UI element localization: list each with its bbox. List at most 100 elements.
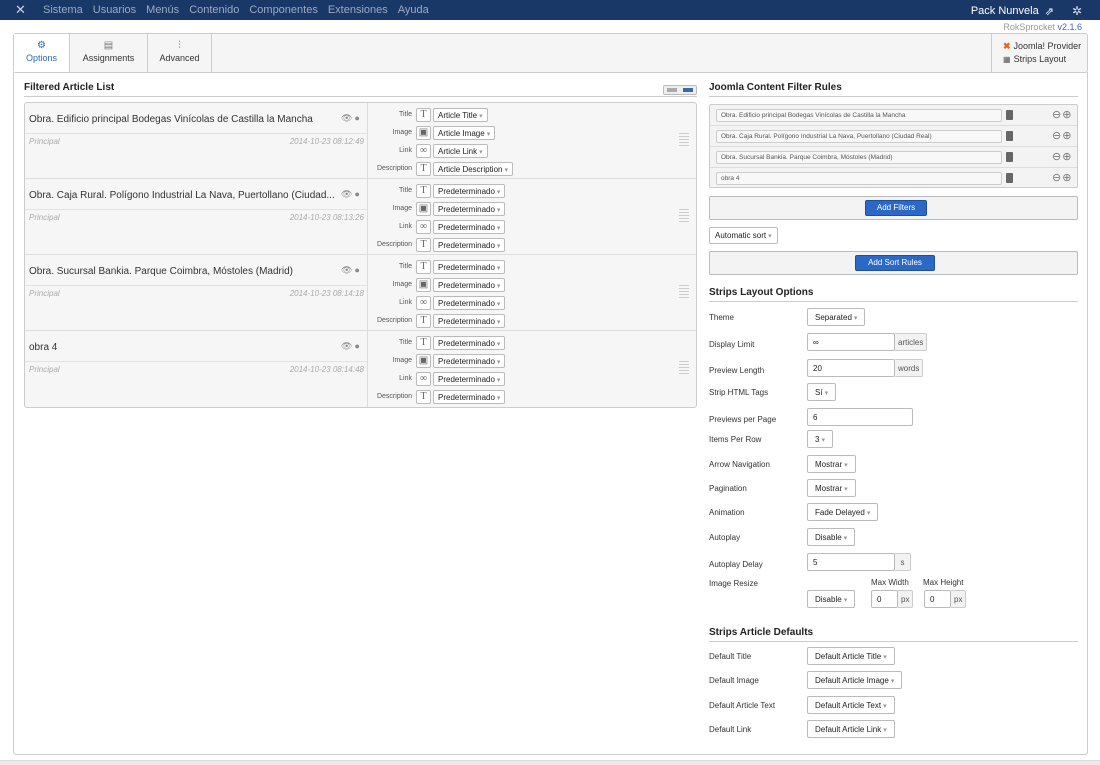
default-link-select[interactable]: Default Article Link ▾ (807, 720, 895, 738)
animation-select[interactable]: Fade Delayed ▾ (807, 503, 879, 521)
title-select[interactable]: Article Title ▾ (433, 108, 488, 122)
remove-add-icons[interactable]: ⊖⊕ (1052, 129, 1072, 142)
filter-row: Obra. Caja Rural. Polígono Industrial La… (710, 126, 1077, 147)
external-link-icon[interactable]: ⇗ (1045, 5, 1054, 18)
description-select[interactable]: Article Description ▾ (433, 162, 513, 176)
option-control: 3 ▾ (807, 430, 833, 448)
article-item[interactable]: obra 4 👁● Principal 2014-10-23 08:14:48 … (25, 331, 696, 407)
menu-item-sistema[interactable]: Sistema (43, 4, 83, 16)
filter-row: Obra. Edificio principal Bodegas Vinícol… (710, 105, 1077, 126)
list-view-icon[interactable] (667, 88, 677, 92)
title-select[interactable]: Predeterminado ▾ (433, 336, 506, 350)
add-sort-rules-button[interactable]: Add Sort Rules (855, 255, 935, 271)
link-select[interactable]: Predeterminado ▾ (433, 296, 506, 310)
article-title[interactable]: obra 4 (29, 342, 334, 353)
remove-icon[interactable]: ● (354, 341, 361, 351)
preview-icon[interactable]: 👁 (341, 265, 354, 275)
remove-add-icons[interactable]: ⊖⊕ (1052, 171, 1072, 184)
joomla-logo-icon[interactable]: ✕ (15, 3, 26, 16)
grid-view-icon[interactable] (683, 88, 693, 92)
link-select[interactable]: Predeterminado ▾ (433, 220, 506, 234)
link-select[interactable]: Predeterminado ▾ (433, 372, 506, 386)
title-select[interactable]: Predeterminado ▾ (433, 184, 506, 198)
article-title[interactable]: Obra. Sucursal Bankia. Parque Coimbra, M… (29, 266, 334, 277)
menu-item-usuarios[interactable]: Usuarios (93, 4, 136, 16)
view-toggle[interactable] (663, 85, 697, 95)
items-per-row-select[interactable]: 3 ▾ (807, 430, 833, 448)
default-image-select[interactable]: Default Article Image ▾ (807, 671, 903, 689)
remove-icon[interactable]: ● (354, 265, 361, 275)
image-select[interactable]: Predeterminado ▾ (433, 278, 506, 292)
menu-item-menus[interactable]: Menús (146, 4, 179, 16)
preview-icon[interactable]: 👁 (341, 189, 354, 199)
image-select[interactable]: Predeterminado ▾ (433, 354, 506, 368)
arrow-navigation-select[interactable]: Mostrar ▾ (807, 455, 856, 473)
tab-assignments[interactable]: ▤ Assignments (70, 34, 148, 72)
autoplay-delay-input[interactable]: 5 (807, 553, 895, 571)
option-label: Display Limit (709, 340, 755, 349)
image-select[interactable]: Article Image ▾ (433, 126, 496, 140)
chevron-down-icon: ▾ (883, 727, 887, 734)
article-item[interactable]: Obra. Sucursal Bankia. Parque Coimbra, M… (25, 255, 696, 331)
max-width-input[interactable]: 0 (871, 590, 898, 608)
filter-input[interactable]: Obra. Sucursal Bankia. Parque Coimbra, M… (716, 151, 1002, 164)
remove-icon[interactable]: ● (354, 189, 361, 199)
document-icon[interactable] (1006, 131, 1013, 141)
preview-icon[interactable]: 👁 (341, 113, 354, 123)
drag-handle-icon[interactable] (679, 285, 689, 299)
option-control: Fade Delayed ▾ (807, 503, 879, 521)
link-select[interactable]: Article Link ▾ (433, 144, 488, 158)
default-title-select[interactable]: Default Article Title ▾ (807, 647, 895, 665)
title-select[interactable]: Predeterminado ▾ (433, 260, 506, 274)
sort-select[interactable]: Automatic sort ▾ (709, 227, 778, 244)
document-icon[interactable] (1006, 110, 1013, 120)
add-filters-button[interactable]: Add Filters (865, 200, 927, 216)
strip-html-select[interactable]: Sí ▾ (807, 383, 837, 401)
tab-advanced[interactable]: ⫶ Advanced (148, 34, 212, 72)
autoplay-select[interactable]: Disable ▾ (807, 528, 856, 546)
document-icon[interactable] (1006, 152, 1013, 162)
gear-icon[interactable]: ✲ (1072, 4, 1082, 18)
image-icon: ▣ (416, 202, 431, 216)
max-height-input[interactable]: 0 (924, 590, 951, 608)
option-control: Default Article Image ▾ (807, 671, 903, 689)
image-select-value: Article Image (438, 129, 485, 138)
menu-item-componentes[interactable]: Componentes (249, 4, 318, 16)
filter-input[interactable]: Obra. Caja Rural. Polígono Industrial La… (716, 130, 1002, 143)
article-item[interactable]: Obra. Caja Rural. Polígono Industrial La… (25, 179, 696, 255)
article-item[interactable]: Obra. Edificio principal Bodegas Vinícol… (25, 103, 696, 179)
document-icon[interactable] (1006, 173, 1013, 183)
remove-add-icons[interactable]: ⊖⊕ (1052, 150, 1072, 163)
menu-item-ayuda[interactable]: Ayuda (398, 4, 429, 16)
filter-input[interactable]: Obra. Edificio principal Bodegas Vinícol… (716, 109, 1002, 122)
default-text-select[interactable]: Default Article Text ▾ (807, 696, 895, 714)
remove-add-icons[interactable]: ⊖⊕ (1052, 108, 1072, 121)
option-default-title: Default Title Default Article Title ▾ (709, 647, 1079, 667)
theme-select[interactable]: Separated ▾ (807, 308, 866, 326)
article-date: 2014-10-23 08:12:49 (289, 137, 364, 146)
display-limit-input[interactable]: ∞ (807, 333, 895, 351)
previews-per-page-input[interactable]: 6 (807, 408, 913, 426)
drag-handle-icon[interactable] (679, 361, 689, 375)
site-name-link[interactable]: Pack Nunvela (971, 5, 1039, 17)
menu-item-extensiones[interactable]: Extensiones (328, 4, 388, 16)
tab-options[interactable]: ⚙ Options (14, 34, 70, 72)
preview-length-input[interactable]: 20 (807, 359, 895, 377)
remove-icon[interactable]: ● (354, 113, 361, 123)
drag-handle-icon[interactable] (679, 133, 689, 147)
description-select[interactable]: Predeterminado ▾ (433, 390, 506, 404)
article-title[interactable]: Obra. Caja Rural. Polígono Industrial La… (29, 190, 334, 201)
filter-input[interactable]: obra 4 (716, 172, 1002, 185)
drag-handle-icon[interactable] (679, 209, 689, 223)
pagination-select[interactable]: Mostrar ▾ (807, 479, 856, 497)
image-select[interactable]: Predeterminado ▾ (433, 202, 506, 216)
article-title[interactable]: Obra. Edificio principal Bodegas Vinícol… (29, 114, 334, 125)
image-resize-select[interactable]: Disable ▾ (807, 590, 856, 608)
description-select[interactable]: Predeterminado ▾ (433, 314, 506, 328)
option-control: Default Article Link ▾ (807, 720, 895, 738)
menu-item-contenido[interactable]: Contenido (189, 4, 239, 16)
description-select[interactable]: Predeterminado ▾ (433, 238, 506, 252)
preview-icon[interactable]: 👁 (341, 341, 354, 351)
option-control: Default Article Title ▾ (807, 647, 895, 665)
provider-info: ✖ Joomla! Provider ▦ Strips Layout (991, 34, 1087, 72)
